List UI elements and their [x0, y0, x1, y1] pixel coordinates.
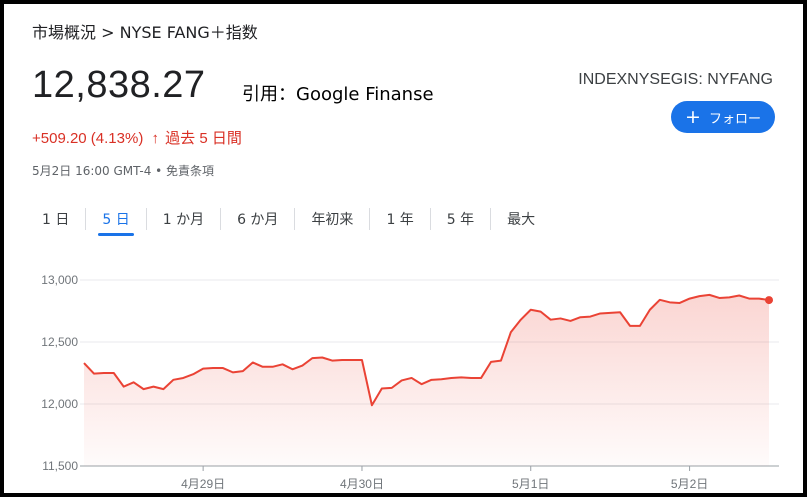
price-chart[interactable]: 13,000 12,500 12,000 11,500 4月29日 4月30日 5月1日 5月…	[4, 254, 803, 494]
finance-panel: 市場概況 > NYSE FANG＋指数 12,838.27 引用：Google …	[2, 2, 805, 495]
follow-label: フォロー	[708, 111, 761, 127]
range-tabs: 1 日 5 日 1 か月 6 か月 年初来 1 年 5 年 最大	[26, 203, 551, 236]
last-price-dot	[765, 296, 773, 305]
y-tick-label: 13,000	[41, 273, 78, 287]
breadcrumb-current: NYSE FANG＋指数	[119, 23, 258, 42]
x-tick-label: 5月1日	[512, 477, 549, 491]
tab-5d[interactable]: 5 日	[86, 204, 145, 236]
y-tick-label: 12,000	[41, 397, 78, 411]
x-tick-label: 4月30日	[340, 477, 384, 491]
change-period: 過去 5 日間	[165, 130, 242, 147]
follow-button[interactable]: + フォロー	[671, 101, 775, 133]
plus-icon: +	[685, 105, 701, 128]
source-caption: 引用：Google Finanse	[242, 84, 434, 105]
change-value: +509.20 (4.13%)	[32, 130, 144, 147]
y-tick-label: 11,500	[42, 459, 78, 473]
tab-1d[interactable]: 1 日	[26, 204, 85, 234]
breadcrumb-parent[interactable]: 市場概況	[32, 23, 96, 42]
ticker-symbol: INDEXNYSEGIS: NYFANG	[578, 71, 773, 88]
index-price: 12,838.27	[32, 64, 206, 106]
timestamp-disclaimer: 5月2日 16:00 GMT-4 • 免責条項	[32, 164, 215, 178]
breadcrumb: 市場概況 > NYSE FANG＋指数	[32, 19, 258, 43]
tab-1m[interactable]: 1 か月	[147, 204, 220, 234]
tab-5y[interactable]: 5 年	[431, 204, 490, 234]
breadcrumb-separator: >	[101, 23, 115, 42]
x-tick-label: 4月29日	[181, 477, 225, 491]
arrow-up-icon: ↑	[151, 130, 160, 147]
tab-6m[interactable]: 6 か月	[221, 204, 294, 234]
price-area	[84, 294, 769, 466]
tab-ytd[interactable]: 年初来	[295, 204, 369, 234]
y-tick-label: 12,500	[41, 335, 78, 349]
price-change: +509.20 (4.13%) ↑ 過去 5 日間	[32, 127, 242, 148]
tab-max[interactable]: 最大	[491, 204, 551, 234]
x-tick-label: 5月2日	[671, 477, 708, 491]
tab-1y[interactable]: 1 年	[370, 204, 429, 234]
